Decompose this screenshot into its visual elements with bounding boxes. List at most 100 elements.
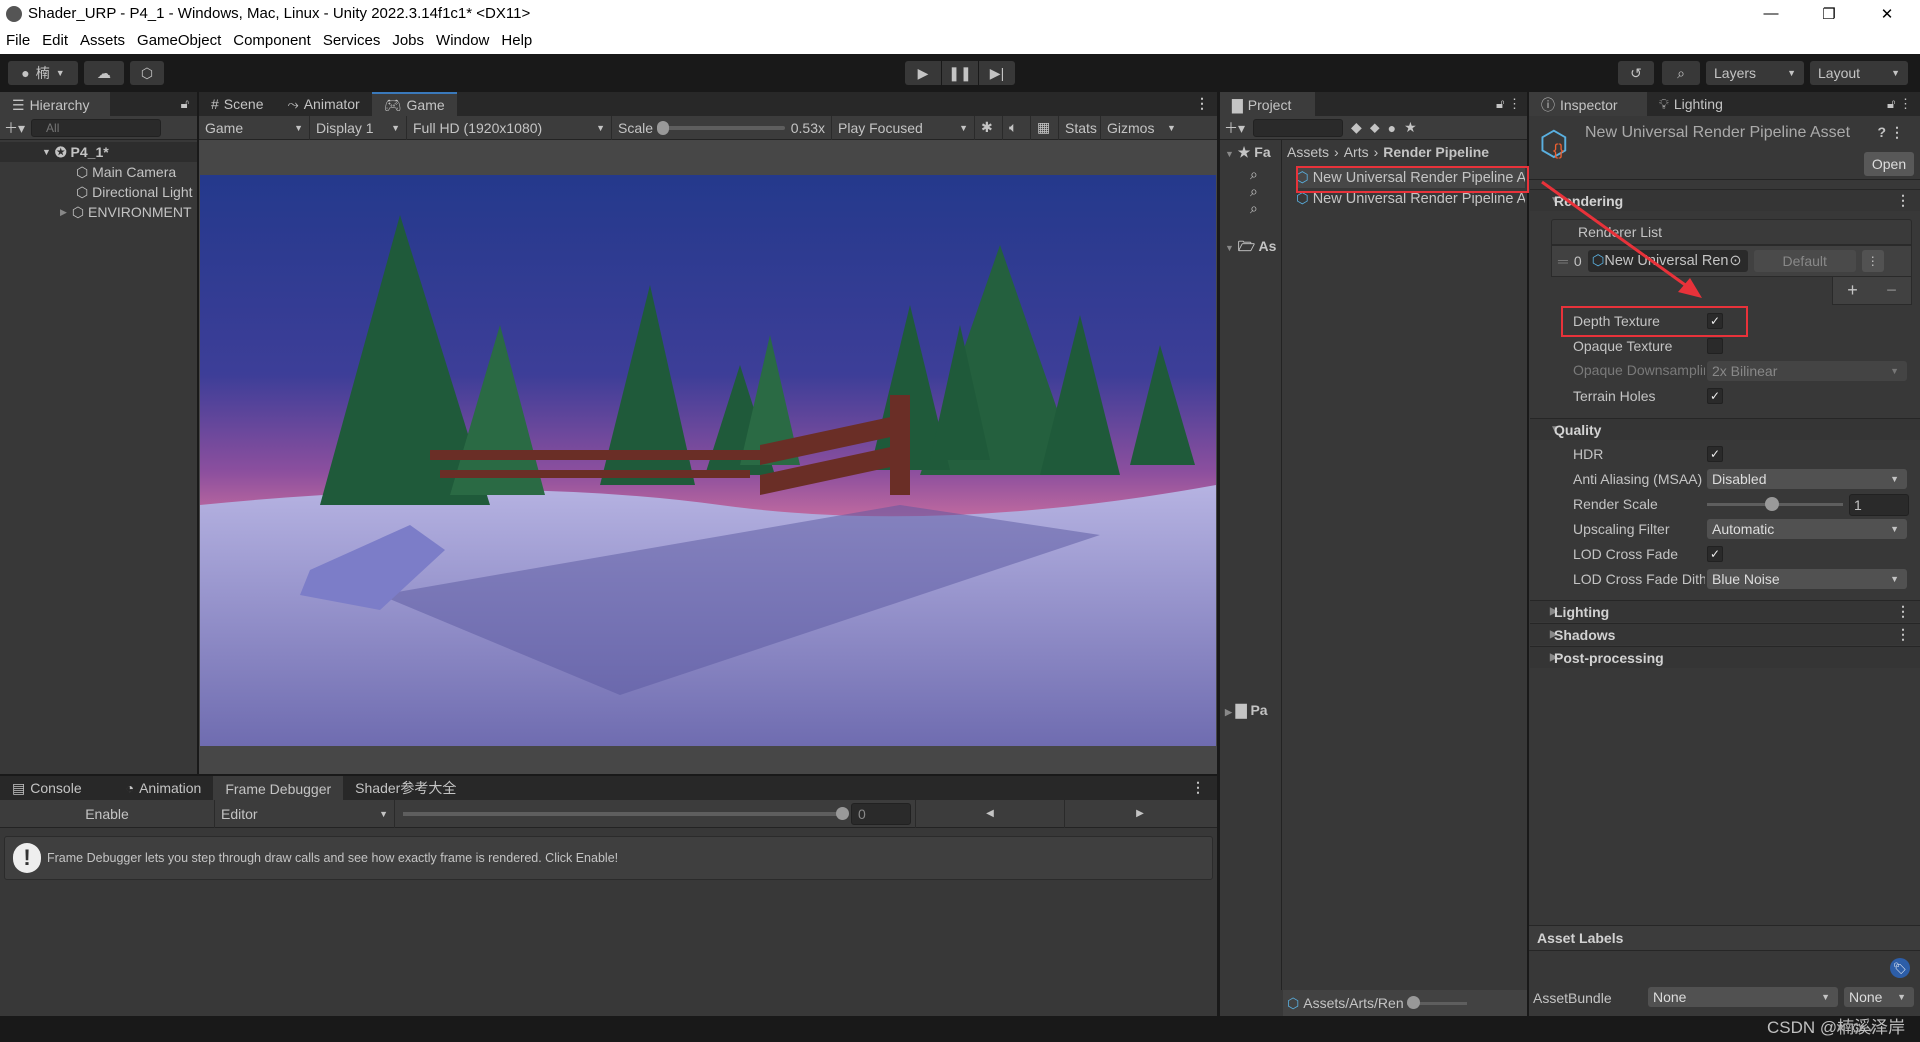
maximize-button[interactable]: ❐: [1806, 0, 1852, 27]
log-icon[interactable]: ●: [1388, 120, 1396, 136]
hierarchy-item[interactable]: ⬡ Directional Light: [0, 182, 197, 202]
hierarchy-item[interactable]: ⬡ Main Camera: [0, 162, 197, 182]
tag-icon[interactable]: 🏷︎: [1890, 958, 1910, 978]
mute-audio-button[interactable]: 🔈︎: [1003, 115, 1031, 140]
set-default-button[interactable]: Default: [1753, 250, 1856, 272]
layers-dropdown[interactable]: Layers ▼: [1706, 61, 1804, 85]
unity-version-control-button[interactable]: ⬡: [130, 61, 164, 85]
slider-thumb[interactable]: [836, 806, 849, 820]
game-viewport[interactable]: [200, 175, 1216, 746]
target-dropdown[interactable]: Editor ▼: [215, 799, 395, 828]
tab-console[interactable]: ▤ Console: [0, 776, 94, 800]
menu-jobs[interactable]: Jobs: [392, 32, 424, 49]
debug-button[interactable]: ✱: [975, 115, 1003, 140]
hierarchy-item[interactable]: ▶ ⬡ ENVIRONMENT: [0, 202, 197, 222]
opaque-downsampling-dropdown[interactable]: 2x Bilinear ▼: [1707, 361, 1907, 381]
project-search-input[interactable]: [1253, 118, 1344, 137]
resolution-dropdown[interactable]: Full HD (1920x1080) ▼: [407, 115, 612, 140]
frame-slider[interactable]: [403, 806, 849, 820]
undo-history-button[interactable]: ↺: [1618, 61, 1654, 85]
enable-button[interactable]: Enable: [0, 799, 215, 828]
tab-frame-debugger[interactable]: Frame Debugger: [213, 776, 344, 800]
step-button[interactable]: ▶|: [979, 61, 1015, 85]
menu-edit[interactable]: Edit: [42, 32, 68, 49]
add-icon[interactable]: +: [1847, 280, 1858, 301]
slider-thumb[interactable]: [1765, 497, 1779, 511]
next-frame-button[interactable]: ▶: [1065, 800, 1215, 828]
tab-inspector[interactable]: ⓘ Inspector: [1529, 92, 1647, 116]
close-button[interactable]: ✕: [1864, 0, 1910, 27]
terrain-holes-checkbox[interactable]: ✓: [1707, 388, 1723, 404]
menu-assets[interactable]: Assets: [80, 32, 125, 49]
shortcuts-button[interactable]: ▦: [1031, 115, 1059, 140]
favorite-icon[interactable]: ★: [1404, 119, 1417, 136]
status-icons[interactable]: ✕ ⚙ ✓: [1835, 1020, 1879, 1037]
remove-icon[interactable]: −: [1886, 280, 1897, 301]
object-picker-icon[interactable]: ⊙: [1729, 253, 1741, 269]
filter-type-icon[interactable]: ◆: [1351, 119, 1362, 136]
breadcrumb-item[interactable]: Render Pipeline: [1383, 144, 1489, 160]
tab-scene[interactable]: # Scene: [199, 92, 276, 116]
tab-game[interactable]: 🎮︎ Game: [371, 92, 457, 116]
gizmos-button[interactable]: Gizmos: [1101, 116, 1161, 140]
menu-component[interactable]: Component: [233, 32, 311, 49]
more-options-icon[interactable]: ⋮: [1187, 95, 1217, 116]
lod-cross-fade-checkbox[interactable]: ✓: [1707, 546, 1723, 562]
previous-frame-button[interactable]: ◀: [915, 799, 1065, 828]
frame-index-field[interactable]: 0: [851, 802, 911, 825]
layout-dropdown[interactable]: Layout ▼: [1810, 61, 1908, 85]
search-button[interactable]: ⌕: [1662, 61, 1700, 85]
packages-folder-item[interactable]: ▶ ▇ Pa: [1225, 702, 1268, 719]
tab-animation[interactable]: ◔ Animation: [114, 776, 214, 800]
tab-hierarchy[interactable]: ☰ Hierarchy: [0, 92, 110, 116]
stats-button[interactable]: Stats: [1059, 115, 1101, 140]
lock-icon[interactable]: 🔓︎ ⋮: [1879, 96, 1920, 116]
add-button[interactable]: ＋▾: [4, 118, 25, 138]
help-icon[interactable]: ? ⋮: [1878, 124, 1904, 141]
tab-shader-reference[interactable]: Shader参考大全: [343, 776, 468, 800]
label-icon[interactable]: ⬥: [1370, 119, 1380, 136]
lock-icon[interactable]: 🔓︎ ⋮: [1490, 96, 1527, 116]
more-options-icon[interactable]: ⋮: [1179, 779, 1217, 800]
lod-dithering-dropdown[interactable]: Blue Noise ▼: [1707, 569, 1907, 589]
add-button[interactable]: ＋▾: [1224, 118, 1245, 138]
slider-thumb[interactable]: [657, 120, 670, 135]
gizmos-dropdown[interactable]: ▼: [1161, 116, 1181, 140]
play-mode-dropdown[interactable]: Play Focused ▼: [832, 115, 975, 140]
asset-bundle-variant-dropdown[interactable]: None ▼: [1844, 987, 1914, 1007]
open-button[interactable]: Open: [1864, 152, 1914, 176]
more-options-icon[interactable]: ⋮: [1896, 626, 1910, 643]
menu-gameobject[interactable]: GameObject: [137, 32, 221, 49]
more-options-icon[interactable]: ⋮: [1896, 603, 1910, 620]
breadcrumb-item[interactable]: Arts: [1344, 144, 1369, 160]
opaque-texture-checkbox[interactable]: [1707, 338, 1723, 354]
tab-project[interactable]: ▇ Project: [1220, 92, 1315, 116]
section-shadows[interactable]: ▶ Shadows ⋮: [1530, 623, 1920, 645]
game-view-dropdown[interactable]: Game ▼: [199, 115, 310, 140]
cloud-button[interactable]: ☁: [84, 61, 124, 85]
tab-animator[interactable]: ⤳ Animator: [276, 92, 372, 116]
menu-help[interactable]: Help: [501, 32, 532, 49]
menu-services[interactable]: Services: [323, 32, 381, 49]
asset-bundle-dropdown[interactable]: None ▼: [1648, 987, 1838, 1007]
assets-folder-item[interactable]: ▼ 🗁︎ As: [1225, 236, 1276, 260]
renderer-options-button[interactable]: ⋮: [1861, 250, 1884, 272]
icon-size-slider[interactable]: [1407, 995, 1468, 1009]
menu-window[interactable]: Window: [436, 32, 489, 49]
scale-slider[interactable]: [657, 120, 785, 135]
lock-icon[interactable]: 🔓︎: [173, 96, 197, 116]
render-scale-slider[interactable]: [1707, 497, 1843, 511]
pause-button[interactable]: ❚❚: [942, 61, 978, 85]
hdr-checkbox[interactable]: ✓: [1707, 446, 1723, 462]
breadcrumb-item[interactable]: Assets: [1287, 144, 1329, 160]
section-lighting[interactable]: ▶ Lighting ⋮: [1530, 600, 1920, 622]
upscaling-filter-dropdown[interactable]: Automatic ▼: [1707, 519, 1907, 539]
minimize-button[interactable]: —: [1748, 0, 1794, 27]
anti-aliasing-dropdown[interactable]: Disabled ▼: [1707, 469, 1907, 489]
account-button[interactable]: ● 楠 ▼: [8, 61, 78, 85]
more-options-icon[interactable]: ⋮: [1896, 192, 1910, 209]
play-button[interactable]: ▶: [905, 61, 941, 85]
hierarchy-search-input[interactable]: [31, 118, 162, 137]
display-dropdown[interactable]: Display 1 ▼: [310, 115, 407, 140]
section-quality[interactable]: ▼ Quality: [1530, 418, 1920, 440]
